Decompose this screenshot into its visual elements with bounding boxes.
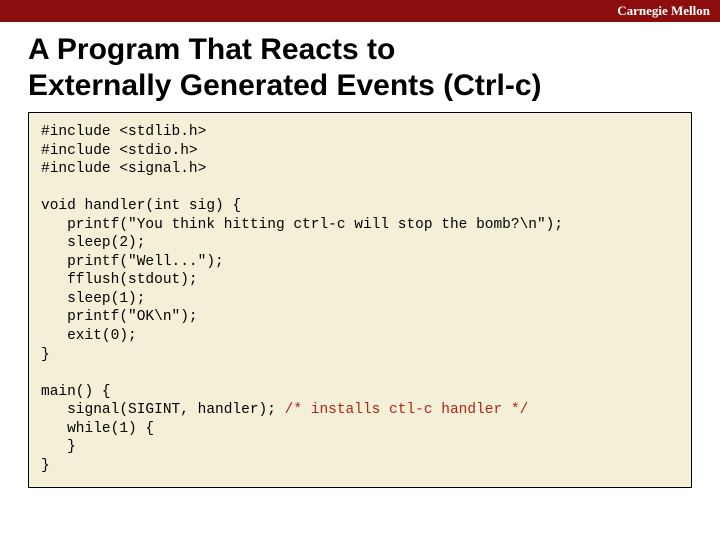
code-line: sleep(2);	[41, 235, 145, 251]
title-heading: A Program That Reacts toExternally Gener…	[28, 32, 692, 104]
title-line-2: Externally Generated Events (Ctrl-c)	[28, 69, 542, 102]
code-line: main() {	[41, 384, 111, 400]
code-line: while(1) {	[41, 421, 154, 437]
code-comment: /* installs ctl-c handler */	[285, 402, 529, 418]
slide-title: A Program That Reacts toExternally Gener…	[0, 22, 720, 112]
code-line: exit(0);	[41, 328, 137, 344]
code-line: }	[41, 439, 76, 455]
code-line: printf("Well...");	[41, 254, 224, 270]
top-bar: Carnegie Mellon	[0, 0, 720, 22]
code-line: sleep(1);	[41, 291, 145, 307]
code-line: #include <stdio.h>	[41, 143, 198, 159]
code-line: printf("You think hitting ctrl-c will st…	[41, 217, 563, 233]
brand-label: Carnegie Mellon	[617, 3, 710, 19]
code-line: void handler(int sig) {	[41, 198, 241, 214]
code-line: fflush(stdout);	[41, 272, 198, 288]
code-line: #include <signal.h>	[41, 161, 206, 177]
code-block: #include <stdlib.h> #include <stdio.h> #…	[28, 112, 692, 488]
code-line: }	[41, 458, 50, 474]
title-line-1: A Program That Reacts to	[28, 33, 395, 66]
code-line: printf("OK\n");	[41, 309, 198, 325]
code-line: #include <stdlib.h>	[41, 124, 206, 140]
code-line: }	[41, 347, 50, 363]
code-line: signal(SIGINT, handler);	[41, 402, 285, 418]
